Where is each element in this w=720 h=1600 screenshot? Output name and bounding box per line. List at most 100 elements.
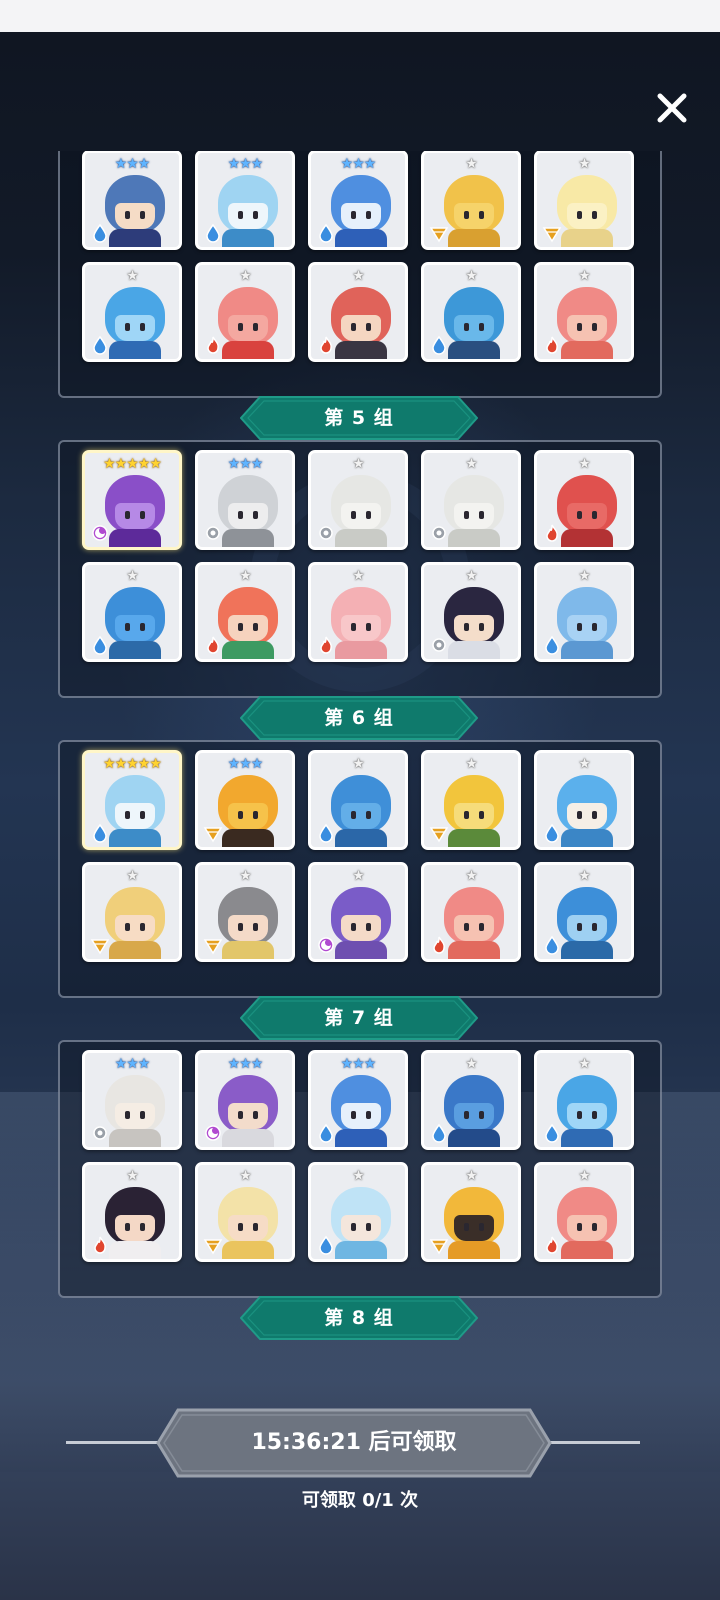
- hero-card[interactable]: ★★★: [195, 151, 295, 250]
- hero-card[interactable]: ★: [195, 862, 295, 962]
- star-rating: ★★★: [227, 756, 264, 772]
- hero-eye: [464, 923, 469, 931]
- hero-card[interactable]: ★: [421, 450, 521, 550]
- hero-portrait-face: [115, 1215, 155, 1241]
- hero-eye: [577, 511, 582, 519]
- hero-card[interactable]: ★: [82, 262, 182, 362]
- hero-card[interactable]: ★: [195, 562, 295, 662]
- hero-card[interactable]: ★★★: [308, 1050, 408, 1150]
- hero-eye: [592, 623, 597, 631]
- hero-card[interactable]: ★: [534, 862, 634, 962]
- hero-card[interactable]: ★: [308, 862, 408, 962]
- hero-card[interactable]: ★: [421, 1162, 521, 1262]
- water-element-icon: [429, 1123, 449, 1143]
- hero-eye: [351, 923, 356, 931]
- hero-eye: [140, 511, 145, 519]
- group-header: 第 7 组: [240, 996, 478, 1040]
- hero-card[interactable]: ★: [421, 1050, 521, 1150]
- water-element-icon: [316, 1123, 336, 1143]
- hero-card[interactable]: ★: [82, 862, 182, 962]
- hero-card[interactable]: ★: [534, 562, 634, 662]
- hero-eye: [366, 1111, 371, 1119]
- hero-portrait-face: [115, 203, 155, 229]
- hero-portrait-body: [448, 341, 500, 359]
- star-rating: ★★★: [227, 1056, 264, 1072]
- water-element-icon: [429, 335, 449, 355]
- hero-card[interactable]: ★: [308, 750, 408, 850]
- hero-portrait-face: [454, 1103, 494, 1129]
- hero-card[interactable]: ★: [534, 750, 634, 850]
- hero-portrait-body: [448, 829, 500, 847]
- hero-card[interactable]: ★: [421, 562, 521, 662]
- hero-card[interactable]: ★: [421, 262, 521, 362]
- fire-element-icon: [316, 335, 336, 355]
- hero-portrait-body: [335, 529, 387, 547]
- hero-card[interactable]: ★★★: [82, 1050, 182, 1150]
- hero-portrait-face: [341, 615, 381, 641]
- hero-portrait-face: [454, 203, 494, 229]
- close-button[interactable]: [646, 82, 698, 134]
- hero-card[interactable]: ★: [534, 262, 634, 362]
- star-rating: ★: [578, 1168, 591, 1184]
- hero-eye: [366, 1223, 371, 1231]
- hero-card[interactable]: ★: [308, 450, 408, 550]
- hero-card[interactable]: ★: [534, 1162, 634, 1262]
- hero-card[interactable]: ★: [534, 151, 634, 250]
- hero-eye: [577, 811, 582, 819]
- hero-eye: [366, 811, 371, 819]
- hero-card[interactable]: ★★★★★: [82, 450, 182, 550]
- hero-portrait-body: [448, 941, 500, 959]
- hero-card[interactable]: ★: [195, 262, 295, 362]
- hero-card[interactable]: ★★★: [82, 151, 182, 250]
- hero-eye: [577, 623, 582, 631]
- status-bar: [0, 0, 720, 32]
- hero-card[interactable]: ★: [82, 1162, 182, 1262]
- hero-card[interactable]: ★: [308, 562, 408, 662]
- hero-eye: [140, 323, 145, 331]
- hero-card[interactable]: ★: [421, 862, 521, 962]
- hero-eye: [140, 1223, 145, 1231]
- star-rating: ★: [465, 1056, 478, 1072]
- hero-card[interactable]: ★★★: [195, 450, 295, 550]
- hero-card[interactable]: ★: [195, 1162, 295, 1262]
- hero-card[interactable]: ★★★: [195, 750, 295, 850]
- hero-eye: [253, 1111, 258, 1119]
- hero-card[interactable]: ★★★: [308, 151, 408, 250]
- hero-portrait-body: [222, 529, 274, 547]
- hero-card[interactable]: ★: [421, 750, 521, 850]
- hero-eye: [479, 211, 484, 219]
- hero-eye: [253, 323, 258, 331]
- hero-card[interactable]: ★: [308, 1162, 408, 1262]
- hero-card[interactable]: ★: [308, 262, 408, 362]
- hero-portrait-body: [109, 229, 161, 247]
- group-header: 第 6 组: [240, 696, 478, 740]
- hero-eye: [125, 511, 130, 519]
- star-rating: ★: [239, 568, 252, 584]
- hero-portrait-body: [109, 829, 161, 847]
- hero-portrait-face: [454, 803, 494, 829]
- hero-portrait-face: [115, 503, 155, 529]
- claim-button[interactable]: 15:36:21 后可领取: [156, 1408, 552, 1478]
- hero-portrait-face: [228, 803, 268, 829]
- hero-portrait-body: [448, 529, 500, 547]
- hero-card[interactable]: ★: [534, 1050, 634, 1150]
- hero-card[interactable]: ★★★: [195, 1050, 295, 1150]
- star-rating: ★★★: [114, 1056, 151, 1072]
- hero-card[interactable]: ★: [534, 450, 634, 550]
- star-rating: ★: [465, 268, 478, 284]
- hero-portrait-face: [228, 203, 268, 229]
- earth-element-icon: [203, 823, 223, 843]
- earth-element-icon: [429, 1235, 449, 1255]
- hero-card[interactable]: ★: [82, 562, 182, 662]
- star-rating: ★: [352, 456, 365, 472]
- star-rating: ★: [465, 156, 478, 172]
- hero-card[interactable]: ★: [421, 151, 521, 250]
- hero-card[interactable]: ★★★★★: [82, 750, 182, 850]
- water-element-icon: [316, 823, 336, 843]
- hero-portrait-body: [109, 341, 161, 359]
- group-list-scroll-area[interactable]: ★★★ ★★★ ★★★ ★ ★ ★ ★ ★ ★ ★ ★★★★★ ★★★ ★ ★ …: [0, 151, 720, 1410]
- hero-portrait-face: [115, 915, 155, 941]
- star-rating: ★: [465, 1168, 478, 1184]
- hero-eye: [351, 511, 356, 519]
- hero-grid: ★★★★★ ★★★ ★ ★ ★ ★ ★ ★ ★ ★: [82, 450, 642, 662]
